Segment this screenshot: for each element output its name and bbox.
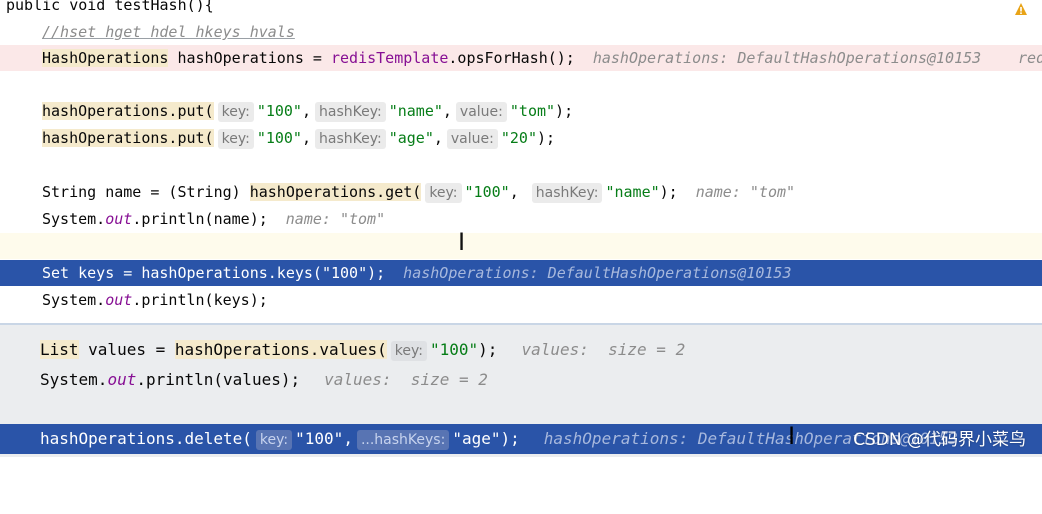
- param-hint-key: key:: [390, 341, 427, 361]
- mouse-text-cursor-icon: I: [788, 422, 796, 450]
- debug-inlay-hash-ops: hashOperations: DefaultHashOperations@10…: [592, 49, 982, 67]
- field-redis-template: redisTemplate: [331, 49, 449, 67]
- ops-for-hash-statement: HashOperations hashOperations = redisTem…: [42, 49, 982, 67]
- code-line-blank[interactable]: [0, 71, 1042, 97]
- print-name-statement: System.out.println(name); name: "tom": [42, 210, 386, 228]
- code-line-blank[interactable]: [0, 152, 1042, 178]
- param-hint-key: key:: [255, 430, 293, 450]
- comment-text: //hset hget hdel hkeys hvals: [42, 23, 295, 41]
- code-line-get-name[interactable]: String name = (String) hashOperations.ge…: [0, 179, 1042, 205]
- code-line-print-keys[interactable]: System.out.println(keys);: [0, 287, 1042, 313]
- debug-inlay-values: values: size = 2: [324, 370, 488, 389]
- mouse-text-cursor-icon: I: [458, 228, 466, 256]
- csdn-watermark: CSDN @代码界小菜鸟: [853, 430, 1026, 450]
- print-values-statement: System.out.println(values); values: size …: [40, 370, 488, 389]
- param-hint-value: value:: [455, 102, 507, 122]
- put-age-statement: hashOperations.put(key: "100", hashKey: "ag…: [42, 129, 556, 149]
- values-statement: List values = hashOperations.values(key:…: [40, 340, 686, 361]
- method-declaration: public void testHash(){: [6, 0, 214, 14]
- code-line-print-values[interactable]: System.out.println(values); values: size …: [0, 366, 1042, 394]
- param-hint-hashkey: hashKey:: [531, 183, 603, 203]
- print-keys-statement: System.out.println(keys);: [42, 291, 268, 309]
- code-line-method-decl[interactable]: public void testHash(){: [0, 0, 1042, 18]
- param-hint-hashkeys: ...hashKeys:: [356, 430, 450, 450]
- code-line-put-name[interactable]: hashOperations.put(key: "100", hashKey: "na…: [0, 98, 1042, 124]
- debug-inlay-name: name: "tom": [285, 210, 386, 228]
- debug-inlay-cutoff: red: [1018, 49, 1042, 67]
- code-line-caret[interactable]: [0, 233, 1042, 259]
- warning-icon[interactable]: [1014, 2, 1028, 16]
- param-hint-hashkey: hashKey:: [315, 129, 386, 149]
- param-hint-hashkey: hashKey:: [315, 102, 386, 122]
- code-line-comment[interactable]: //hset hget hdel hkeys hvals: [0, 19, 1042, 45]
- keys-statement: Set keys = hashOperations.keys("100"); ha…: [42, 264, 792, 282]
- code-line-values[interactable]: List values = hashOperations.values(key:…: [0, 336, 1042, 364]
- debug-inlay-hash-ops: hashOperations: DefaultHashOperations@10…: [403, 264, 792, 282]
- get-name-statement: String name = (String) hashOperations.ge…: [42, 183, 796, 203]
- code-line-ops-for-hash[interactable]: HashOperations hashOperations = redisTem…: [0, 45, 1042, 71]
- param-hint-key: key:: [217, 102, 254, 122]
- code-line-keys-current[interactable]: Set keys = hashOperations.keys("100"); ha…: [0, 260, 1042, 286]
- type-hash-operations: HashOperations: [42, 49, 169, 67]
- put-name-statement: hashOperations.put(key: "100", hashKey: "na…: [42, 102, 574, 122]
- debug-inlay-name: name: "tom": [695, 183, 796, 201]
- delete-statement: hashOperations.delete(key: "100", ...hashK…: [40, 429, 958, 450]
- param-hint-key: key:: [425, 183, 462, 203]
- param-hint-value: value:: [446, 129, 498, 149]
- param-hint-key: key:: [217, 129, 254, 149]
- code-line-print-name[interactable]: System.out.println(name); name: "tom": [0, 206, 1042, 232]
- debug-inlay-values: values: size = 2: [521, 340, 686, 359]
- code-line-put-age[interactable]: hashOperations.put(key: "100", hashKey: "ag…: [0, 125, 1042, 151]
